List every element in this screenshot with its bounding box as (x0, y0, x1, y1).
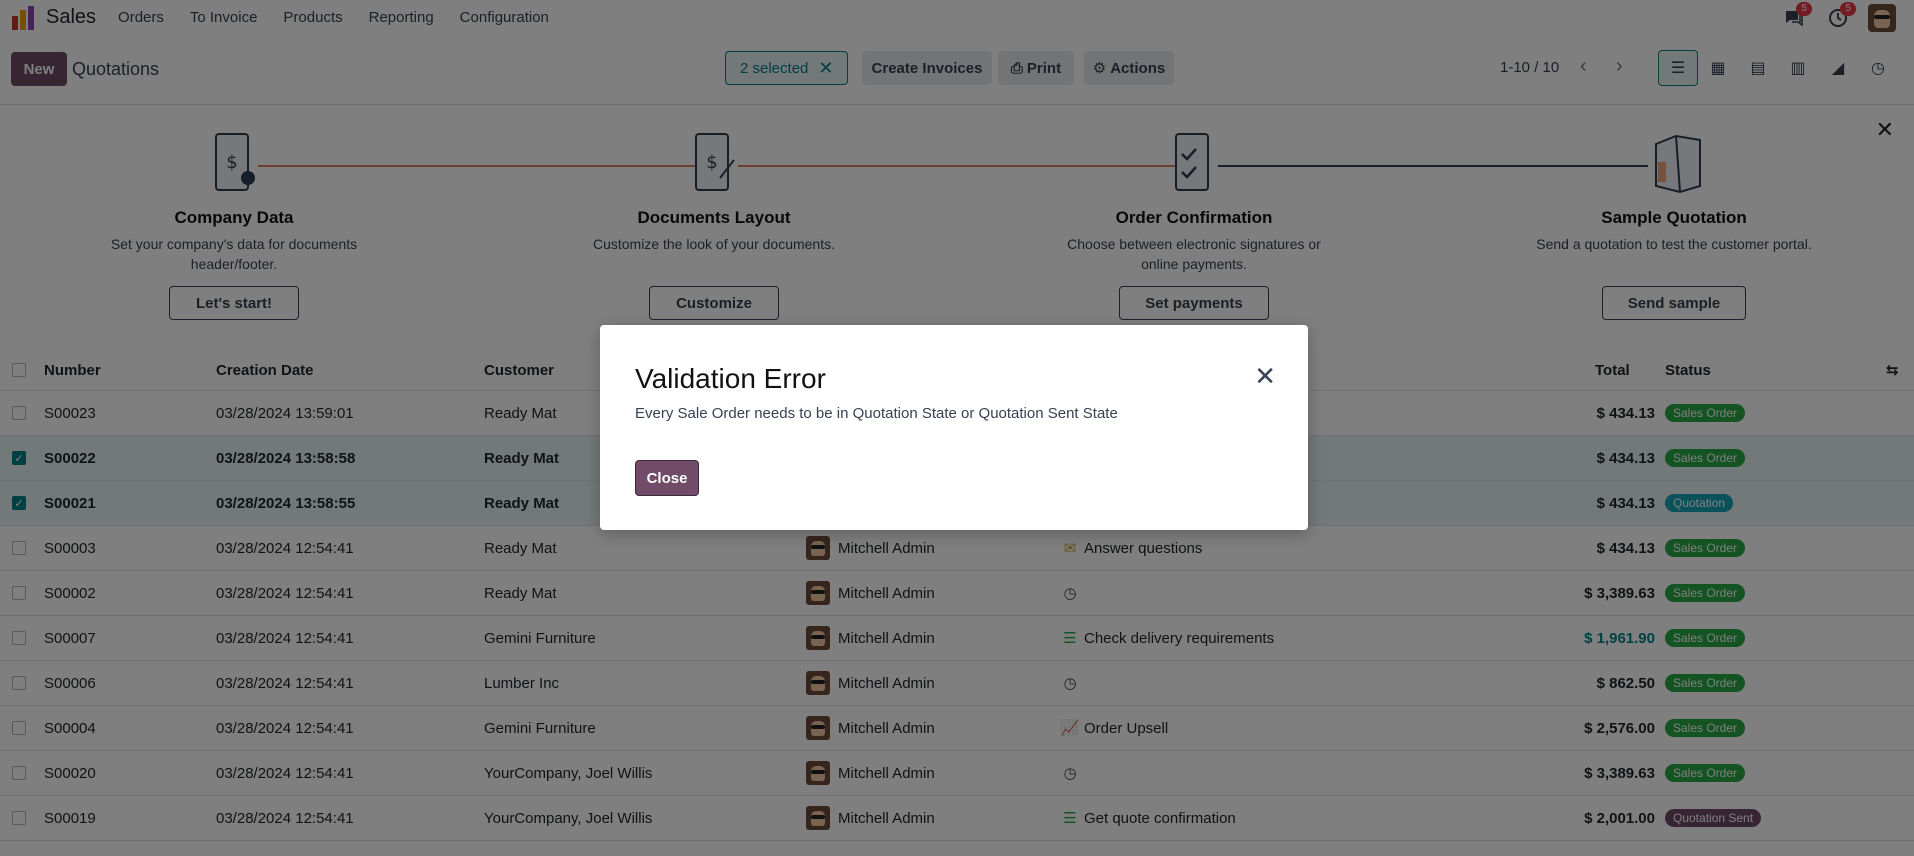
dialog-message: Every Sale Order needs to be in Quotatio… (635, 405, 1118, 422)
validation-error-dialog: Validation Error ✕ Every Sale Order need… (600, 325, 1308, 530)
close-button[interactable]: Close (635, 460, 699, 496)
dialog-close-icon[interactable]: ✕ (1254, 361, 1276, 392)
dialog-title: Validation Error (635, 363, 826, 394)
